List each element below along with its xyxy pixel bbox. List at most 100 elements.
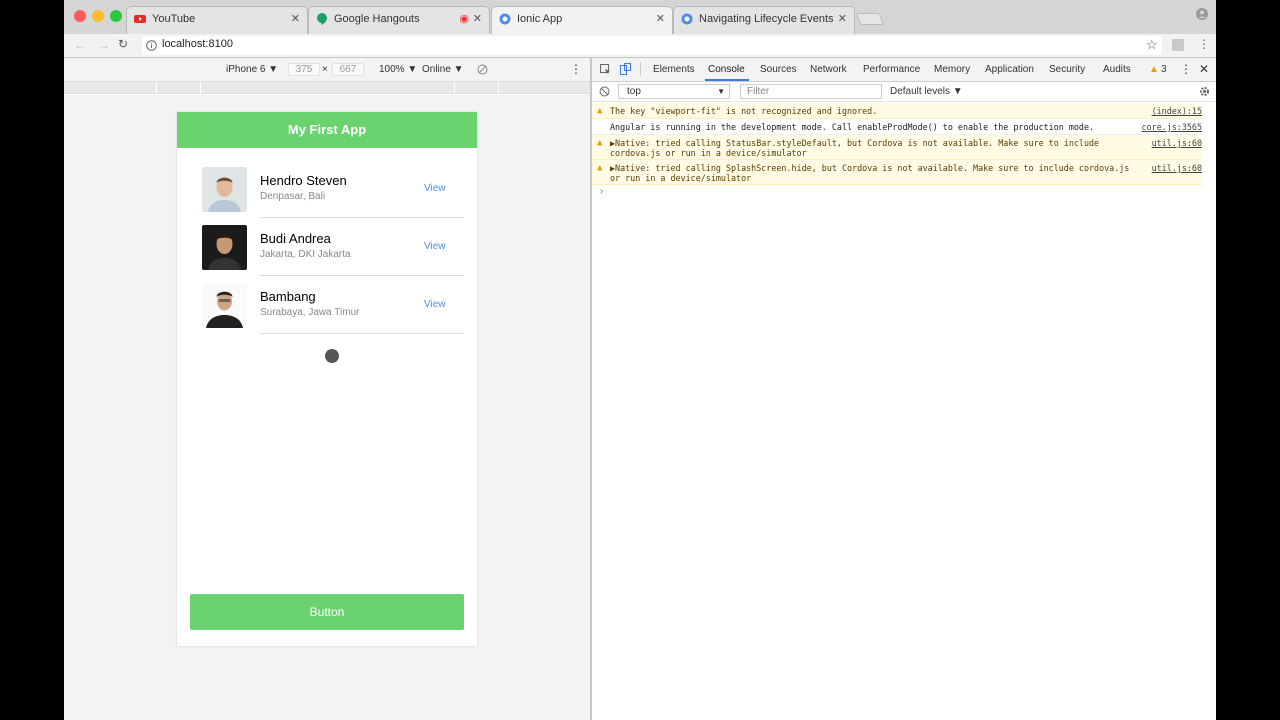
primary-button[interactable]: Button — [190, 594, 464, 630]
close-window-icon[interactable] — [74, 10, 86, 22]
tab-sources[interactable]: Sources — [760, 64, 797, 75]
back-icon[interactable]: ← — [74, 38, 86, 52]
browser-toolbar: ← → ↻ localhost:8100 ☆ ⋮ — [64, 34, 1216, 58]
bookmark-star-icon[interactable]: ☆ — [1146, 37, 1158, 53]
tab-title: Navigating Lifecycle Events! | — [699, 13, 833, 25]
person-location: Surabaya, Jawa Timur — [260, 307, 360, 318]
chrome-menu-icon[interactable]: ⋮ — [1198, 37, 1210, 51]
reload-icon[interactable]: ↻ — [118, 37, 128, 51]
screen: YouTube ✕ Google Hangouts ◉ ✕ Ionic App … — [64, 0, 1216, 720]
console-source-link[interactable]: (index):15 — [1152, 106, 1202, 116]
console-message-text: ▶Native: tried calling StatusBar.styleDe… — [610, 138, 1100, 158]
gear-icon[interactable] — [1199, 86, 1210, 97]
device-toolbar-menu-icon[interactable]: ⋮ — [570, 62, 582, 76]
recording-icon: ◉ — [459, 13, 469, 25]
person-name: Budi Andrea — [260, 231, 331, 246]
console-message-warning[interactable]: ▲ ▶Native: tried calling SplashScreen.hi… — [592, 160, 1202, 185]
dimension-separator: × — [322, 64, 328, 75]
browser-tab-hangouts[interactable]: Google Hangouts ◉ ✕ — [308, 6, 490, 34]
inspect-element-icon[interactable] — [600, 64, 611, 75]
warning-icon: ▲ — [597, 138, 603, 148]
browser-tab-youtube[interactable]: YouTube ✕ — [126, 6, 308, 34]
avatar — [202, 167, 247, 212]
console-message-text: The key "viewport-fit" is not recognized… — [610, 106, 878, 116]
view-button[interactable]: View — [424, 183, 446, 194]
item-divider — [260, 275, 464, 276]
console-prompt-icon[interactable]: › — [600, 186, 603, 197]
tab-security[interactable]: Security — [1049, 64, 1085, 75]
device-toggle-icon[interactable] — [620, 63, 631, 75]
tab-network[interactable]: Network — [810, 64, 847, 75]
chevron-down-icon: ▼ — [717, 87, 725, 96]
device-toolbar: iPhone 6 ▼ 375 × 667 100% ▼ Online ▼ ⋮ — [64, 58, 590, 82]
list-item[interactable]: Hendro Steven Denpasar, Bali View — [177, 167, 477, 225]
close-tab-icon[interactable]: ✕ — [656, 12, 665, 25]
viewport-width-input[interactable]: 375 — [288, 63, 320, 76]
list-item[interactable]: Budi Andrea Jakarta, DKI Jakarta View — [177, 225, 477, 283]
url-text: localhost:8100 — [162, 38, 233, 50]
tab-console[interactable]: Console — [708, 64, 745, 75]
info-icon[interactable] — [146, 40, 157, 51]
tab-elements[interactable]: Elements — [653, 64, 695, 75]
person-location: Jakarta, DKI Jakarta — [260, 249, 351, 260]
browser-tab-strip: YouTube ✕ Google Hangouts ◉ ✕ Ionic App … — [64, 0, 1216, 34]
hangouts-icon — [317, 13, 327, 25]
loading-spinner — [325, 349, 339, 363]
console-toolbar: top ▼ Filter Default levels ▼ — [592, 82, 1216, 102]
close-tab-icon[interactable]: ✕ — [473, 12, 482, 25]
console-message-text: Angular is running in the development mo… — [610, 122, 1095, 132]
avatar — [202, 225, 247, 270]
tab-title: Ionic App — [517, 13, 563, 25]
forward-icon[interactable]: → — [98, 38, 110, 52]
console-message-warning[interactable]: ▲ ▶Native: tried calling StatusBar.style… — [592, 135, 1202, 160]
media-query-ruler — [64, 82, 590, 94]
view-button[interactable]: View — [424, 299, 446, 310]
tab-application[interactable]: Application — [985, 64, 1034, 75]
chrome-icon — [499, 13, 511, 25]
clear-console-icon[interactable] — [599, 86, 610, 97]
console-message-warning[interactable]: ▲ The key "viewport-fit" is not recogniz… — [592, 103, 1202, 119]
tab-title: Google Hangouts — [334, 13, 420, 25]
console-message-info[interactable]: Angular is running in the development mo… — [592, 119, 1202, 135]
maximize-window-icon[interactable] — [110, 10, 122, 22]
warning-icon: ▲ — [597, 163, 603, 173]
console-source-link[interactable]: core.js:3565 — [1141, 122, 1202, 132]
zoom-select[interactable]: 100% ▼ — [379, 64, 417, 75]
item-divider — [260, 333, 464, 334]
item-divider — [260, 217, 464, 218]
warning-icon[interactable]: ▲ — [1149, 64, 1159, 75]
new-tab-button[interactable] — [855, 13, 885, 25]
person-name: Hendro Steven — [260, 173, 347, 188]
close-tab-icon[interactable]: ✕ — [838, 12, 847, 25]
minimize-window-icon[interactable] — [92, 10, 104, 22]
device-select[interactable]: iPhone 6 ▼ — [226, 64, 278, 75]
person-location: Denpasar, Bali — [260, 191, 326, 202]
log-levels-select[interactable]: Default levels ▼ — [890, 86, 963, 97]
close-devtools-icon[interactable]: ✕ — [1199, 62, 1209, 76]
youtube-icon — [134, 15, 146, 23]
browser-tab-ionic-app[interactable]: Ionic App ✕ — [491, 6, 673, 34]
address-bar[interactable] — [142, 36, 1162, 55]
warning-count[interactable]: 3 — [1161, 64, 1167, 75]
context-select[interactable]: top ▼ — [618, 84, 730, 99]
avatar — [202, 283, 247, 328]
tab-audits[interactable]: Audits — [1103, 64, 1131, 75]
network-throttle-select[interactable]: Online ▼ — [422, 64, 464, 75]
active-tab-indicator — [705, 79, 749, 81]
tab-title: YouTube — [152, 13, 196, 25]
rotate-icon[interactable] — [477, 64, 488, 75]
context-value: top — [627, 86, 641, 97]
console-filter-input[interactable]: Filter — [740, 84, 882, 99]
close-tab-icon[interactable]: ✕ — [291, 12, 300, 25]
viewport-height-input[interactable]: 667 — [332, 63, 364, 76]
list-item[interactable]: Bambang Surabaya, Jawa Timur View — [177, 283, 477, 341]
console-source-link[interactable]: util.js:60 — [1152, 163, 1202, 173]
profile-icon[interactable] — [1196, 8, 1208, 20]
console-source-link[interactable]: util.js:60 — [1152, 138, 1202, 148]
browser-tab-navigating-lifecycle[interactable]: Navigating Lifecycle Events! | ✕ — [673, 6, 855, 34]
devtools-menu-icon[interactable]: ⋮ — [1180, 62, 1192, 76]
extension-icon[interactable] — [1172, 39, 1184, 51]
tab-performance[interactable]: Performance — [863, 64, 920, 75]
view-button[interactable]: View — [424, 241, 446, 252]
tab-memory[interactable]: Memory — [934, 64, 970, 75]
